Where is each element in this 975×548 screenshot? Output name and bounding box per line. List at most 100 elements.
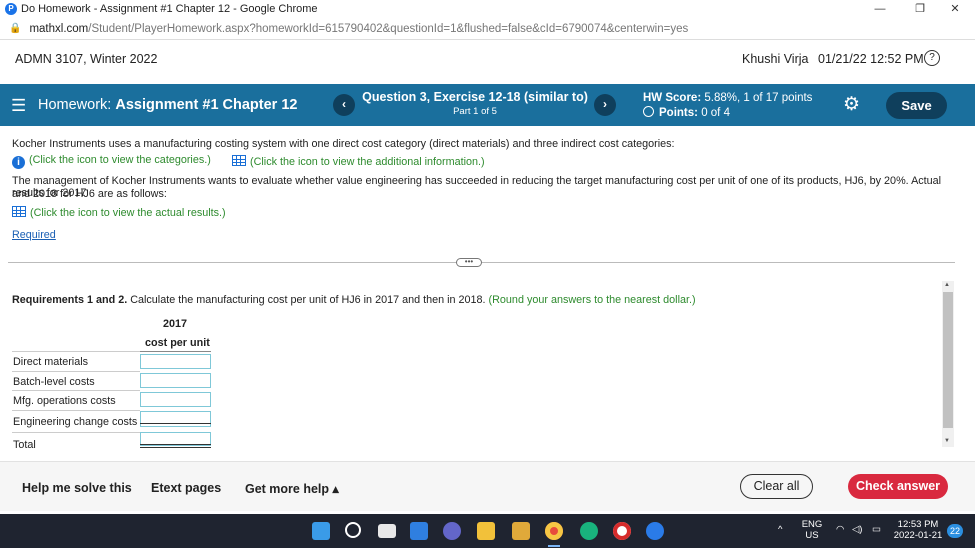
info-icon[interactable]: i: [12, 156, 25, 169]
minimize-button[interactable]: —: [860, 0, 900, 18]
categories-link[interactable]: (Click the icon to view the categories.): [29, 154, 211, 166]
resize-handle[interactable]: •••: [456, 258, 482, 267]
input-mfg-operations[interactable]: [140, 392, 211, 407]
column-header: cost per unit: [145, 337, 210, 349]
clock[interactable]: 12:53 PM 2022-01-21: [892, 519, 944, 541]
scrollbar-thumb[interactable]: [943, 292, 953, 428]
pearson-logo-icon: P: [5, 3, 17, 15]
course-bar: ADMN 3107, Winter 2022 Khushi Virja 01/2…: [0, 41, 975, 78]
scroll-up-icon[interactable]: ▲: [944, 282, 950, 288]
homework-title: Homework: Assignment #1 Chapter 12: [38, 97, 297, 113]
header-underline: [140, 351, 211, 352]
question-title: Question 3, Exercise 12-18 (similar to): [362, 90, 588, 104]
windows-taskbar: ^ ENG US ◠ ◁) ▭ 12:53 PM 2022-01-21 22: [0, 514, 975, 548]
previous-question-button[interactable]: ‹: [333, 94, 355, 116]
tray-chevron-icon[interactable]: ^: [778, 524, 782, 535]
requirements-line: Requirements 1 and 2. Calculate the manu…: [12, 294, 696, 306]
input-engineering-change[interactable]: [140, 411, 211, 427]
hw-score-label: HW Score:: [643, 92, 702, 104]
student-name[interactable]: Khushi Virja: [742, 52, 808, 66]
actual-results-link[interactable]: (Click the icon to view the actual resul…: [30, 207, 226, 219]
url-host: mathxl.com: [29, 22, 89, 35]
row-separator: [12, 371, 140, 372]
save-button[interactable]: Save: [886, 92, 947, 119]
question-part: Part 1 of 5: [453, 106, 497, 117]
year-header: 2017: [163, 318, 188, 330]
restore-button[interactable]: ❐: [900, 0, 940, 18]
requirements-text: Calculate the manufacturing cost per uni…: [130, 294, 486, 306]
additional-info-link-row[interactable]: (Click the icon to view the additional i…: [232, 155, 485, 168]
active-app-indicator: [548, 545, 560, 547]
row-label-batch-level: Batch-level costs: [13, 376, 95, 388]
notification-badge[interactable]: 22: [947, 524, 963, 538]
store-icon[interactable]: [477, 522, 495, 540]
additional-info-link[interactable]: (Click the icon to view the additional i…: [250, 156, 485, 168]
windows-start-icon[interactable]: [312, 522, 330, 540]
etext-pages-button[interactable]: Etext pages: [151, 481, 221, 495]
grammarly-icon[interactable]: [580, 522, 598, 540]
window-titlebar: P Do Homework - Assignment #1 Chapter 12…: [0, 0, 975, 18]
required-link[interactable]: Required: [12, 229, 56, 241]
categories-link-row[interactable]: i (Click the icon to view the categories.…: [12, 154, 211, 169]
input-batch-level[interactable]: [140, 373, 211, 388]
clock-time: 12:53 PM: [897, 519, 939, 530]
row-separator: [12, 351, 140, 352]
search-icon[interactable]: [345, 522, 361, 538]
course-name: ADMN 3107, Winter 2022: [15, 52, 158, 66]
wifi-icon[interactable]: ◠: [836, 524, 844, 535]
table-icon[interactable]: [12, 206, 26, 217]
row-separator: [12, 390, 140, 391]
region-code: US: [805, 530, 819, 541]
next-question-button[interactable]: ›: [594, 94, 616, 116]
clock-date: 2022-01-21: [893, 530, 943, 541]
clear-all-button[interactable]: Clear all: [740, 474, 813, 499]
teams-chat-icon[interactable]: [443, 522, 461, 540]
get-more-help-button[interactable]: Get more help ▴: [245, 481, 339, 496]
battery-icon[interactable]: ▭: [872, 524, 881, 535]
points-label: Points:: [659, 107, 698, 119]
window-title: Do Homework - Assignment #1 Chapter 12 -…: [21, 3, 318, 15]
skype-icon[interactable]: [646, 522, 664, 540]
address-bar[interactable]: 🔒 mathxl.com/Student/PlayerHomework.aspx…: [0, 18, 975, 40]
total-double-underline: [140, 444, 211, 445]
action-bar: Help me solve this Etext pages Get more …: [0, 461, 975, 511]
progress-ring-icon: [643, 106, 654, 117]
close-button[interactable]: ✕: [935, 0, 975, 18]
language-indicator[interactable]: ENG US: [800, 519, 824, 541]
actual-results-link-row[interactable]: (Click the icon to view the actual resul…: [12, 206, 226, 219]
row-separator: [12, 410, 140, 411]
volume-icon[interactable]: ◁): [852, 524, 862, 535]
widgets-icon[interactable]: [410, 522, 428, 540]
help-me-solve-button[interactable]: Help me solve this: [22, 481, 132, 495]
input-direct-materials[interactable]: [140, 354, 211, 369]
homework-bar: ☰ Homework: Assignment #1 Chapter 12 ‹ Q…: [0, 84, 975, 126]
homework-label: Homework:: [38, 97, 112, 113]
check-answer-button[interactable]: Check answer: [848, 474, 948, 499]
language-code: ENG: [801, 519, 823, 530]
scroll-down-icon[interactable]: ▼: [944, 438, 950, 444]
table-icon[interactable]: [232, 155, 246, 166]
opera-icon[interactable]: [613, 522, 631, 540]
subtotal-underline: [140, 423, 211, 424]
row-label-mfg-operations: Mfg. operations costs: [13, 395, 116, 407]
row-label-total: Total: [13, 439, 36, 451]
lock-icon: 🔒: [9, 23, 22, 34]
points-value: 0 of 4: [701, 107, 730, 119]
points: Points: 0 of 4: [643, 106, 730, 119]
gear-icon[interactable]: ⚙: [843, 93, 860, 116]
file-explorer-icon[interactable]: [512, 522, 530, 540]
help-icon[interactable]: ?: [924, 50, 940, 66]
requirements-label: Requirements 1 and 2.: [12, 294, 128, 306]
chrome-icon[interactable]: [545, 522, 563, 540]
total-double-underline: [140, 447, 211, 448]
menu-icon[interactable]: ☰: [11, 96, 26, 116]
hw-score-value: 5.88%, 1 of 17 points: [704, 92, 813, 104]
rounding-hint: (Round your answers to the nearest dolla…: [488, 294, 696, 306]
row-separator: [12, 432, 140, 433]
datetime: 01/21/22 12:52 PM: [818, 52, 924, 66]
problem-body-line2: and 2018 for HJ6 are as follows:: [12, 188, 167, 200]
url-path: /Student/PlayerHomework.aspx?homeworkId=…: [88, 22, 689, 35]
row-label-direct-materials: Direct materials: [13, 356, 88, 368]
hw-score: HW Score: 5.88%, 1 of 17 points: [643, 92, 812, 104]
task-view-icon[interactable]: [378, 524, 396, 538]
